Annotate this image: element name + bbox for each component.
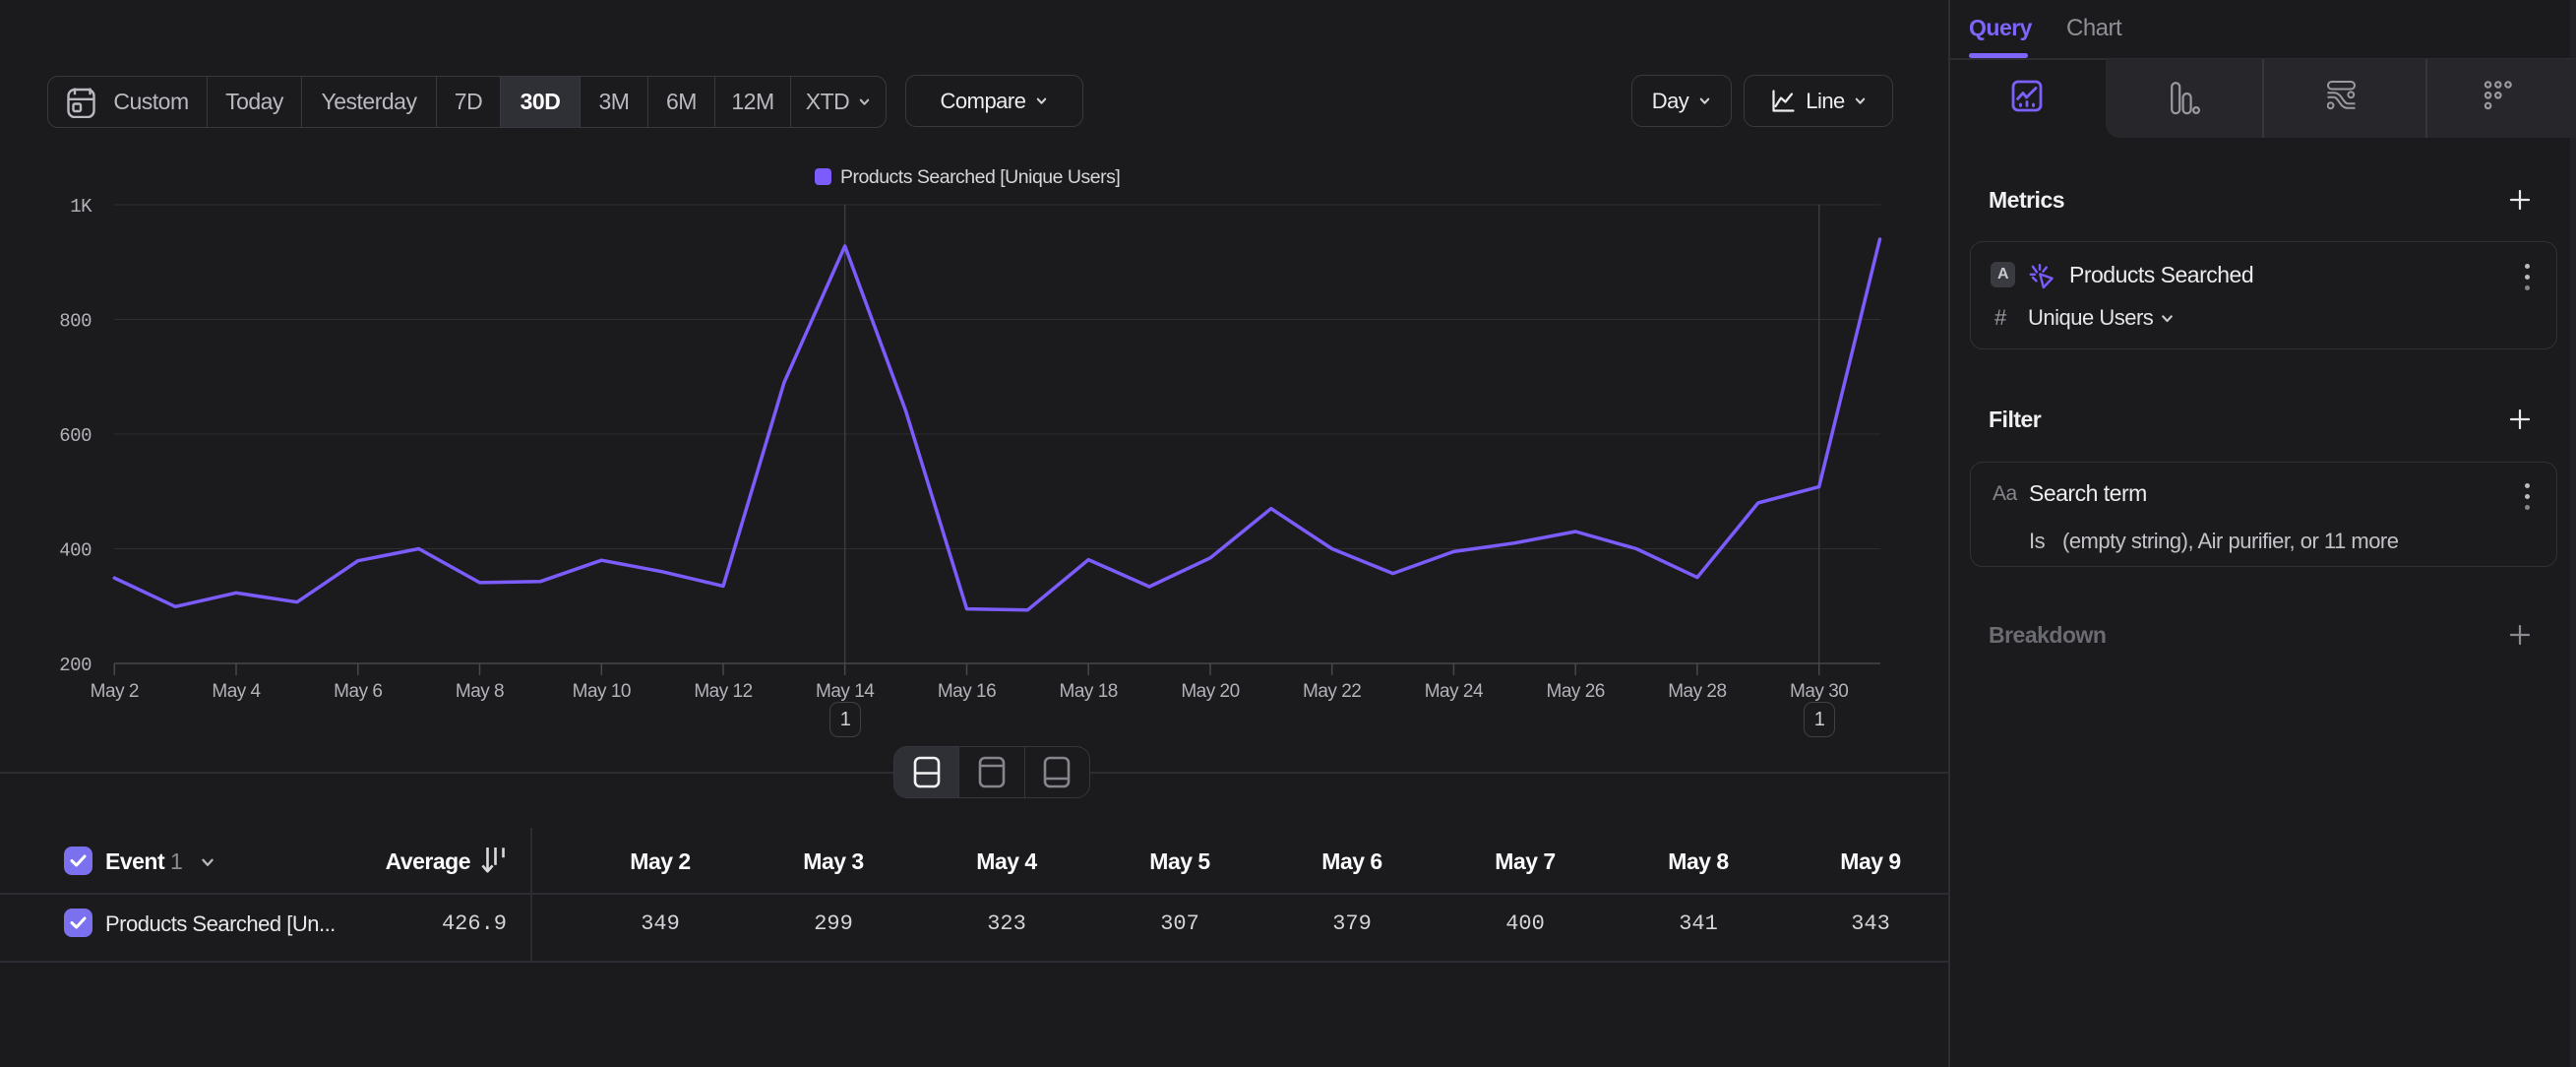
svg-text:May 28: May 28 <box>1668 681 1726 702</box>
svg-text:May 8: May 8 <box>456 681 504 702</box>
svg-text:May 12: May 12 <box>694 681 752 702</box>
svg-text:May 26: May 26 <box>1547 681 1605 702</box>
svg-text:May 6: May 6 <box>334 681 382 702</box>
svg-text:May 20: May 20 <box>1181 681 1239 702</box>
svg-text:May 16: May 16 <box>938 681 996 702</box>
svg-text:1K: 1K <box>70 196 92 218</box>
svg-text:May 14: May 14 <box>816 681 875 702</box>
svg-text:400: 400 <box>59 540 92 562</box>
svg-text:800: 800 <box>59 311 92 333</box>
svg-text:May 24: May 24 <box>1425 681 1484 702</box>
svg-text:May 2: May 2 <box>91 681 139 702</box>
svg-text:600: 600 <box>59 425 92 447</box>
svg-text:200: 200 <box>59 655 92 676</box>
svg-text:May 30: May 30 <box>1790 681 1848 702</box>
svg-text:May 22: May 22 <box>1303 681 1361 702</box>
svg-text:May 4: May 4 <box>212 681 261 702</box>
svg-text:May 18: May 18 <box>1060 681 1118 702</box>
svg-text:May 10: May 10 <box>573 681 631 702</box>
